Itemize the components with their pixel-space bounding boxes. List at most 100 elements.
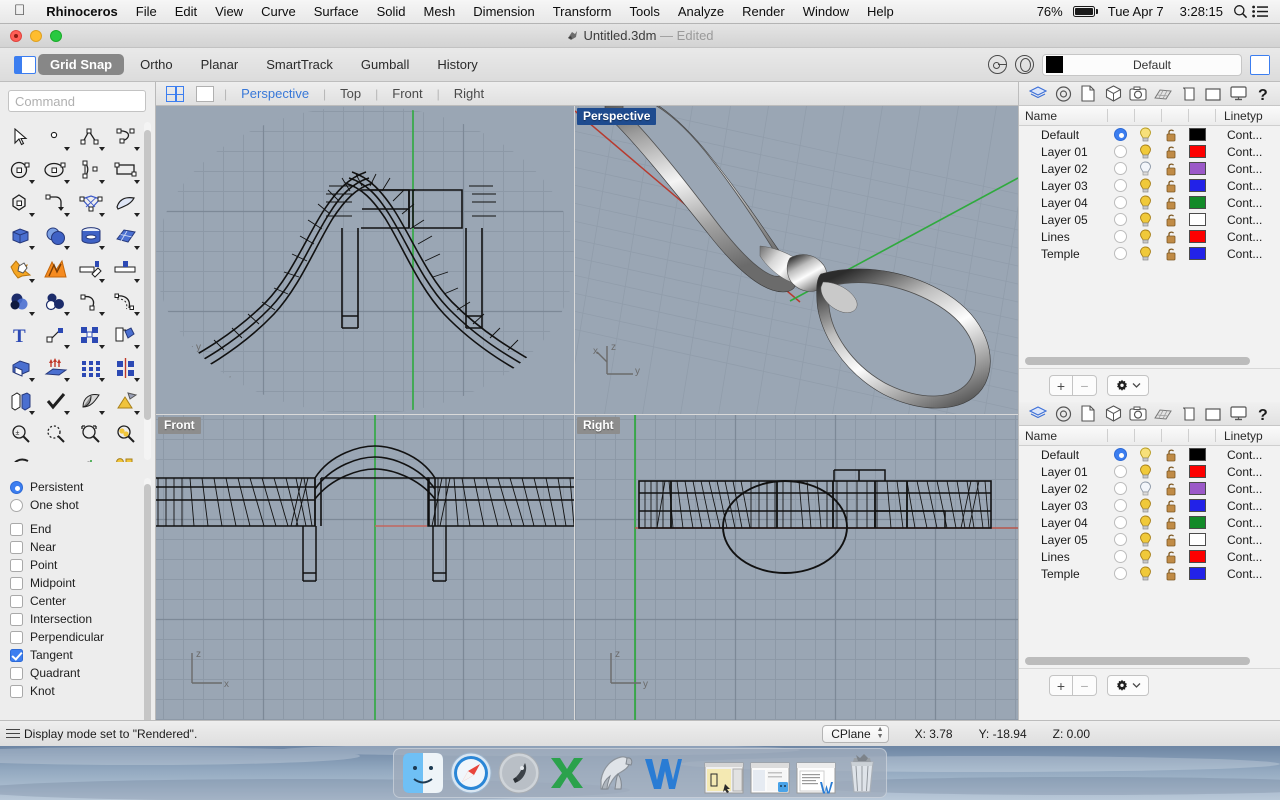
layer-lock-toggle[interactable]	[1158, 213, 1183, 227]
table-row[interactable]: Layer 04 Cont...	[1019, 194, 1280, 211]
layer-color-swatch[interactable]	[1189, 162, 1206, 175]
layer-visibility-toggle[interactable]	[1133, 178, 1158, 193]
layer-visibility-toggle[interactable]	[1133, 481, 1158, 496]
tool-move-icon[interactable]	[38, 318, 73, 351]
layer-name[interactable]: Lines	[1019, 230, 1107, 244]
layer-lock-toggle[interactable]	[1158, 179, 1183, 193]
layer-name[interactable]: Layer 02	[1019, 482, 1107, 496]
layer-name[interactable]: Layer 02	[1019, 162, 1107, 176]
osnap-tangent-row[interactable]: Tangent	[10, 646, 148, 664]
tool-surface-from-points-icon[interactable]	[73, 186, 108, 219]
layer-current-radio[interactable]	[1114, 213, 1127, 226]
layer-current-radio[interactable]	[1114, 567, 1127, 580]
osnap-intersection-checkbox[interactable]	[10, 613, 23, 626]
menu-item-dimension[interactable]: Dimension	[464, 0, 543, 24]
layer-lock-toggle[interactable]	[1158, 465, 1183, 479]
viewport-front-label[interactable]: Front	[158, 417, 201, 434]
layer-visibility-toggle[interactable]	[1133, 161, 1158, 176]
display-icon[interactable]	[1204, 85, 1222, 102]
menu-item-window[interactable]: Window	[794, 0, 858, 24]
layer-visibility-toggle[interactable]	[1133, 127, 1158, 142]
osnap-persistent-row[interactable]: Persistent	[10, 478, 148, 496]
layer-color-swatch[interactable]	[1189, 482, 1206, 495]
mode-history[interactable]: History	[425, 54, 489, 75]
tool-point-icon[interactable]	[38, 120, 73, 153]
mode-smarttrack[interactable]: SmartTrack	[254, 54, 345, 75]
layer-name[interactable]: Layer 04	[1019, 516, 1107, 530]
osnap-quadrant-checkbox[interactable]	[10, 667, 23, 680]
menu-item-mesh[interactable]: Mesh	[415, 0, 465, 24]
tool-trim-icon[interactable]	[73, 252, 108, 285]
tool-curve-icon[interactable]	[108, 120, 143, 153]
table-row[interactable]: Default Cont...	[1019, 126, 1280, 143]
table-row[interactable]: Layer 02 Cont...	[1019, 160, 1280, 177]
layer-linetype[interactable]: Cont...	[1211, 179, 1262, 193]
tool-rectangle-icon[interactable]	[108, 153, 143, 186]
layer-linetype[interactable]: Cont...	[1211, 516, 1262, 530]
table-row[interactable]: Layer 01 Cont...	[1019, 463, 1280, 480]
tool-boolean-difference-icon[interactable]	[3, 285, 38, 318]
finder-window-thumb[interactable]	[750, 750, 790, 794]
minimize-button[interactable]	[30, 30, 42, 42]
table-row[interactable]: Default Cont...	[1019, 446, 1280, 463]
tool-fillet-edge-icon[interactable]	[3, 384, 38, 417]
osnap-center-checkbox[interactable]	[10, 595, 23, 608]
tool-analyze-icon[interactable]	[108, 450, 143, 462]
close-button[interactable]	[10, 30, 22, 42]
menu-item-render[interactable]: Render	[733, 0, 794, 24]
layer-visibility-toggle[interactable]	[1133, 549, 1158, 564]
layer-visibility-toggle[interactable]	[1133, 464, 1158, 479]
layer-current-radio[interactable]	[1114, 482, 1127, 495]
layer-panel-hscrollbar-bottom[interactable]	[1019, 654, 1280, 668]
tool-explode-icon[interactable]	[38, 252, 73, 285]
ground-plane-icon[interactable]	[1154, 405, 1172, 422]
layer-color-swatch[interactable]	[1189, 465, 1206, 478]
tool-sphere-icon[interactable]	[38, 219, 73, 252]
four-view-layout-icon[interactable]	[166, 86, 184, 102]
tool-zoom-window-icon[interactable]	[38, 417, 73, 450]
layer-visibility-toggle[interactable]	[1133, 212, 1158, 227]
tool-ellipse-icon[interactable]	[38, 153, 73, 186]
layer-lock-toggle[interactable]	[1158, 550, 1183, 564]
layer-visibility-toggle[interactable]	[1133, 447, 1158, 462]
menu-item-transform[interactable]: Transform	[544, 0, 621, 24]
viewport-perspective-label[interactable]: Perspective	[577, 108, 656, 125]
menu-item-help[interactable]: Help	[858, 0, 903, 24]
layer-name[interactable]: Layer 05	[1019, 213, 1107, 227]
osnap-point-checkbox[interactable]	[10, 559, 23, 572]
tool-text-icon[interactable]: T	[3, 318, 38, 351]
table-row[interactable]: Temple Cont...	[1019, 245, 1280, 262]
display-icon[interactable]	[1204, 405, 1222, 422]
tool-extrude-surface-icon[interactable]	[38, 351, 73, 384]
menu-item-analyze[interactable]: Analyze	[669, 0, 733, 24]
layer-color-swatch[interactable]	[1189, 196, 1206, 209]
osnap-intersection-row[interactable]: Intersection	[10, 610, 148, 628]
layer-current-radio[interactable]	[1114, 499, 1127, 512]
layer-color-swatch[interactable]	[1189, 567, 1206, 580]
camera-icon[interactable]	[1129, 405, 1147, 422]
cplane-stepper-icon[interactable]: ▲▼	[877, 727, 884, 740]
layer-linetype[interactable]: Cont...	[1211, 196, 1262, 210]
layer-color-swatch[interactable]	[1189, 213, 1206, 226]
layer-current-radio[interactable]	[1114, 128, 1127, 141]
menu-item-curve[interactable]: Curve	[252, 0, 305, 24]
table-row[interactable]: Lines Cont...	[1019, 548, 1280, 565]
tool-zoom-extents-icon[interactable]: ±	[3, 417, 38, 450]
word-window-thumb[interactable]	[796, 750, 836, 794]
osnap-near-row[interactable]: Near	[10, 538, 148, 556]
viewport-perspective[interactable]: Perspective	[575, 106, 1018, 414]
layer-lock-toggle[interactable]	[1158, 567, 1183, 581]
layer-name[interactable]: Temple	[1019, 247, 1107, 261]
word-icon[interactable]	[642, 750, 684, 794]
mode-grid-snap[interactable]: Grid Snap	[38, 54, 124, 75]
camera-icon[interactable]	[1129, 85, 1147, 102]
osnap-oneshot-radio[interactable]	[10, 499, 23, 512]
osnap-oneshot-row[interactable]: One shot	[10, 496, 148, 514]
layer-current-radio[interactable]	[1114, 247, 1127, 260]
layer-linetype[interactable]: Cont...	[1211, 499, 1262, 513]
table-row[interactable]: Lines Cont...	[1019, 228, 1280, 245]
rhino-window-thumb[interactable]	[704, 750, 744, 794]
osnap-perpendicular-row[interactable]: Perpendicular	[10, 628, 148, 646]
osnap-end-row[interactable]: End	[10, 520, 148, 538]
tool-cplane-icon[interactable]	[73, 450, 108, 462]
